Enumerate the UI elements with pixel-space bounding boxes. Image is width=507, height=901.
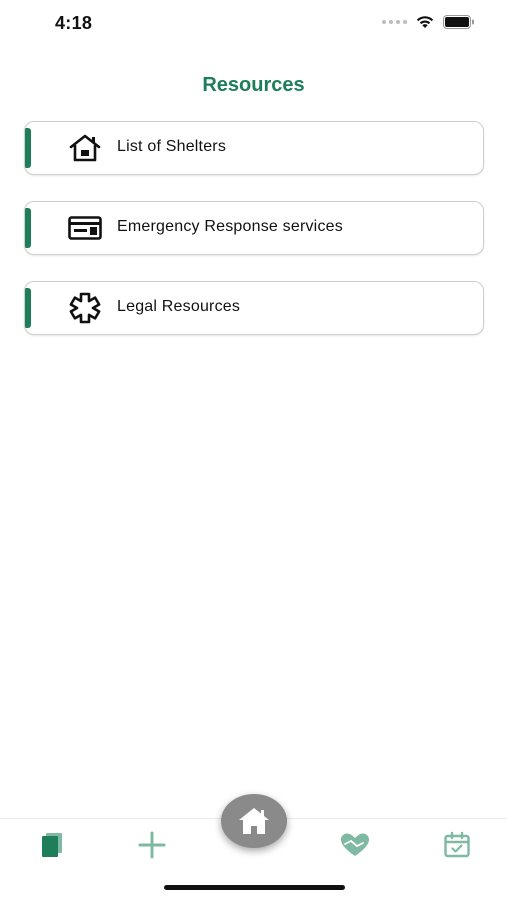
battery-icon	[443, 15, 474, 29]
resource-label: List of Shelters	[117, 138, 227, 155]
house-icon	[67, 134, 103, 162]
accent-bar	[25, 128, 31, 168]
resource-label: Legal Resources	[117, 298, 241, 315]
resource-item-emergency-response[interactable]: Emergency Response services	[24, 201, 484, 255]
resource-item-shelters[interactable]: List of Shelters	[24, 121, 484, 175]
asterisk-icon	[67, 292, 103, 324]
status-time: 4:18	[55, 13, 93, 33]
home-button[interactable]	[221, 794, 287, 848]
tab-journal[interactable]	[32, 829, 72, 861]
status-bar: 4:18	[0, 0, 507, 46]
accent-bar	[25, 288, 31, 328]
home-icon	[239, 808, 269, 834]
book-icon	[42, 833, 62, 857]
resource-list: List of Shelters Emergency Response serv…	[24, 121, 484, 361]
cellular-signal-icon	[382, 20, 407, 24]
page-title: Resources	[202, 74, 305, 96]
tab-calendar[interactable]	[437, 829, 477, 861]
tab-add[interactable]	[132, 829, 172, 861]
accent-bar	[25, 208, 31, 248]
calendar-check-icon	[444, 831, 470, 858]
resource-label: Emergency Response services	[117, 218, 343, 235]
home-indicator	[164, 885, 345, 890]
tab-support[interactable]	[335, 829, 375, 861]
id-card-icon	[67, 214, 103, 242]
status-icons	[382, 15, 475, 29]
wifi-icon	[416, 16, 434, 28]
resource-item-legal[interactable]: Legal Resources	[24, 281, 484, 335]
heart-hands-icon	[341, 833, 369, 856]
plus-icon	[138, 831, 166, 859]
